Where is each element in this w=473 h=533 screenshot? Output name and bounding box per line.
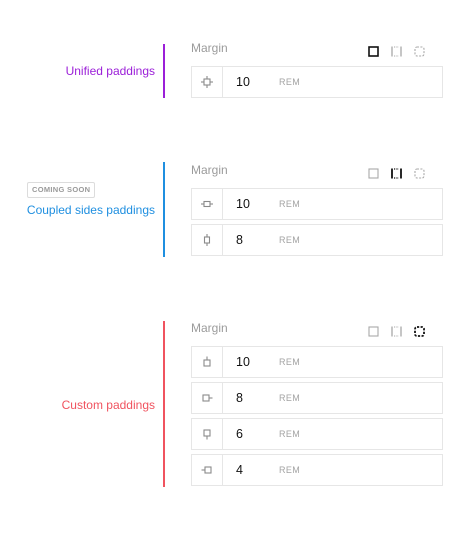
accent-bar — [163, 321, 165, 487]
padding-value-input[interactable] — [236, 419, 272, 449]
unit-selector[interactable]: REM — [279, 67, 300, 97]
right-side-icon — [192, 383, 223, 413]
padding-rows: REM — [191, 66, 443, 102]
padding-row: REM — [191, 382, 443, 414]
unit-selector[interactable]: REM — [279, 347, 300, 377]
padding-row: REM — [191, 454, 443, 486]
top-side-icon — [192, 347, 223, 377]
padding-value-input[interactable] — [236, 189, 272, 219]
coupled-mode-icon[interactable] — [391, 326, 402, 337]
coupled-mode-icon[interactable] — [391, 168, 402, 179]
unified-mode-icon[interactable] — [368, 326, 379, 337]
mode-selector — [368, 326, 425, 337]
padding-row: REM — [191, 66, 443, 98]
section-label: Unified paddings — [65, 64, 155, 78]
padding-row: REM — [191, 224, 443, 256]
custom-mode-icon[interactable] — [414, 46, 425, 57]
mode-selector — [368, 46, 425, 57]
padding-value-input[interactable] — [236, 225, 272, 255]
padding-value-input[interactable] — [236, 347, 272, 377]
padding-value-input[interactable] — [236, 455, 272, 485]
coming-soon-badge: COMING SOON — [27, 182, 96, 198]
padding-rows: REM REM REM REM — [191, 346, 443, 490]
panel-title: Margin — [191, 321, 228, 335]
padding-row: REM — [191, 188, 443, 220]
unit-selector[interactable]: REM — [279, 419, 300, 449]
padding-value-input[interactable] — [236, 383, 272, 413]
accent-bar — [163, 44, 165, 98]
vertical-sides-icon — [192, 225, 223, 255]
unit-selector[interactable]: REM — [279, 383, 300, 413]
padding-value-input[interactable] — [236, 67, 272, 97]
unit-selector[interactable]: REM — [279, 225, 300, 255]
custom-mode-icon[interactable] — [414, 168, 425, 179]
padding-rows: REM REM — [191, 188, 443, 260]
panel-title: Margin — [191, 41, 228, 55]
bottom-side-icon — [192, 419, 223, 449]
mode-selector — [368, 168, 425, 179]
unit-selector[interactable]: REM — [279, 189, 300, 219]
section-label: Custom paddings — [61, 398, 155, 412]
custom-mode-icon[interactable] — [414, 326, 425, 337]
padding-row: REM — [191, 346, 443, 378]
section-label: Coupled sides paddings — [26, 203, 155, 217]
all-sides-icon — [192, 67, 223, 97]
accent-bar — [163, 162, 165, 257]
unit-selector[interactable]: REM — [279, 455, 300, 485]
horizontal-sides-icon — [192, 189, 223, 219]
coupled-mode-icon[interactable] — [391, 46, 402, 57]
unified-mode-icon[interactable] — [368, 46, 379, 57]
left-side-icon — [192, 455, 223, 485]
panel-title: Margin — [191, 163, 228, 177]
padding-row: REM — [191, 418, 443, 450]
unified-mode-icon[interactable] — [368, 168, 379, 179]
